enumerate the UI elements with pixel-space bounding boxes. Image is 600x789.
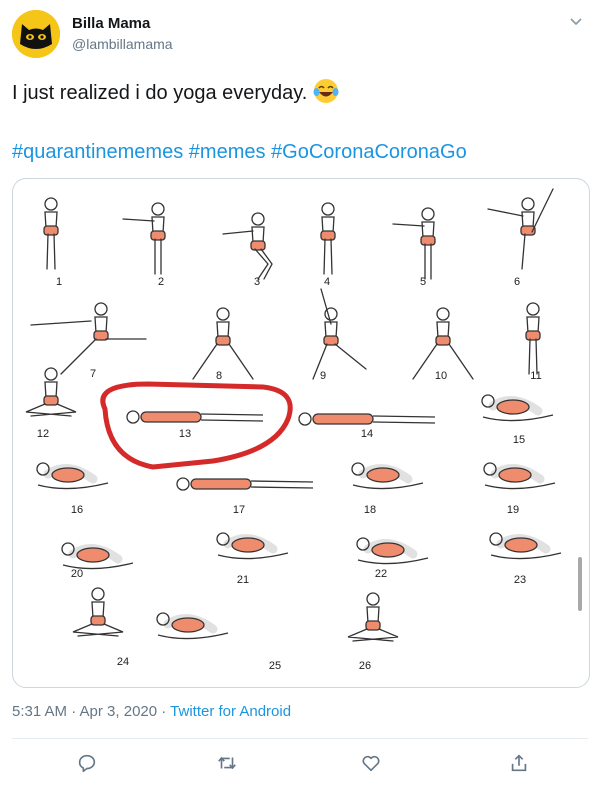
yoga-pose-figure [72, 587, 124, 637]
tweet-meta: 5:31 AM · Apr 3, 2020 · Twitter for Andr… [12, 702, 291, 722]
pose-number-label: 5 [420, 276, 426, 288]
pose-number-label: 25 [269, 660, 281, 672]
pose-number-label: 18 [364, 504, 376, 516]
yoga-pose-figure [392, 207, 436, 280]
pose-number-label: 8 [216, 370, 222, 382]
hashtag-link[interactable]: #memes [189, 141, 266, 163]
yoga-pose-figure [43, 197, 59, 270]
yoga-pose-figure [216, 532, 289, 560]
yoga-pose-figure [481, 394, 554, 422]
retweet-icon[interactable] [212, 748, 242, 778]
author-handle[interactable]: @lambillamama [72, 34, 173, 54]
hashtag-link[interactable]: #quarantinememes [12, 141, 183, 163]
pose-number-label: 7 [90, 368, 96, 380]
chevron-down-icon[interactable] [566, 12, 586, 32]
tweet-text: I just realized i do yoga everyday. [12, 78, 339, 108]
pose-number-label: 11 [530, 370, 541, 382]
pose-number-label: 20 [71, 568, 83, 580]
pose-number-label: 9 [320, 370, 326, 382]
yoga-pose-figure [176, 477, 314, 491]
author-name[interactable]: Billa Mama [72, 14, 173, 34]
yoga-pose-figure [61, 542, 134, 570]
yoga-pose-figure [320, 202, 336, 275]
yoga-pose-figure [351, 462, 424, 490]
hashtags: #quarantinememes #memes #GoCoronaCoronaG… [12, 137, 467, 167]
pose-number-label: 3 [254, 276, 260, 288]
pose-number-label: 14 [361, 428, 373, 440]
pose-number-label: 19 [507, 504, 519, 516]
pose-number-label: 12 [37, 428, 49, 440]
yoga-pose-figure [122, 202, 166, 275]
pose-number-label: 2 [158, 276, 164, 288]
yoga-pose-figure [36, 462, 109, 490]
pose-number-label: 13 [179, 428, 191, 440]
action-bar [0, 748, 600, 778]
pose-number-label: 23 [514, 574, 526, 586]
pose-number-label: 21 [237, 574, 249, 586]
avatar[interactable] [12, 10, 60, 58]
pose-number-label: 15 [513, 434, 525, 446]
pose-number-label: 22 [375, 568, 387, 580]
yoga-pose-figure [347, 592, 399, 642]
pose-number-label: 10 [435, 370, 447, 382]
yoga-pose-figure [298, 412, 436, 426]
reply-icon[interactable] [72, 748, 102, 778]
hashtag-link[interactable]: #GoCoronaCoronaGo [271, 141, 467, 163]
yoga-pose-figure [483, 462, 556, 490]
tweet-body: I just realized i do yoga everyday. [12, 82, 308, 104]
divider [12, 738, 588, 739]
yoga-pose-figure [489, 532, 562, 560]
yoga-pose-figure [412, 307, 474, 380]
tweet-timestamp[interactable]: 5:31 AM · Apr 3, 2020 · [12, 703, 170, 720]
yoga-pose-figure [30, 302, 147, 375]
yoga-pose-figure [312, 288, 367, 380]
yoga-pose-figure [525, 302, 541, 375]
share-icon[interactable] [504, 748, 534, 778]
pose-number-label: 26 [359, 660, 371, 672]
tweet-source[interactable]: Twitter for Android [170, 703, 291, 720]
highlight-circle [100, 381, 293, 470]
yoga-pose-figure [25, 367, 77, 417]
yoga-poses-illustration: 1 2 3 4 5 67 8 9 10 1112 13 14 1516 17 18 1920 21 22 2324 2… [25, 188, 562, 672]
pose-number-label: 24 [117, 656, 129, 668]
yoga-pose-figure [487, 188, 554, 270]
yoga-pose-figure [222, 212, 273, 280]
pose-number-label: 17 [233, 504, 245, 516]
scrollbar[interactable] [578, 557, 582, 611]
yoga-pose-figure [156, 612, 229, 640]
pose-number-label: 1 [56, 276, 62, 288]
yoga-pose-figure [192, 307, 254, 380]
pose-number-label: 6 [514, 276, 520, 288]
yoga-pose-figure [356, 537, 429, 565]
pose-number-label: 4 [324, 276, 330, 288]
laughing-crying-emoji-icon [313, 78, 339, 104]
tweet-image[interactable]: 1 2 3 4 5 6 7 8 9 10 11 12 13 14 15 16 17 18 19 20 21 22 23 24 2… [12, 178, 590, 688]
like-icon[interactable] [356, 748, 386, 778]
tweet-header: Billa Mama @lambillamama [12, 10, 588, 58]
yoga-pose-figure [126, 410, 264, 424]
pose-number-label: 16 [71, 504, 83, 516]
